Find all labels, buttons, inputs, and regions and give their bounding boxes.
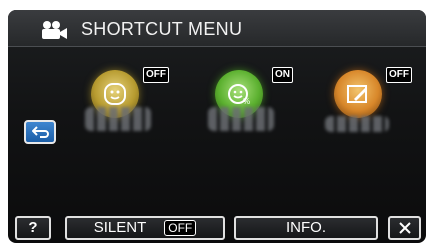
svg-text:%: % <box>243 97 250 106</box>
blurred-label <box>208 107 274 131</box>
blurred-label <box>325 116 389 132</box>
camera-shortcut-screen: SHORTCUT MENU OFF % ON OFF ? SILENT OFF … <box>0 0 434 249</box>
silent-status-badge: OFF <box>164 220 197 237</box>
info-button[interactable]: INFO. <box>234 216 378 240</box>
header-bar: SHORTCUT MENU <box>8 10 426 47</box>
pen-edit-circle <box>334 70 382 118</box>
silent-label: SILENT <box>93 219 147 236</box>
menu-frame: SHORTCUT MENU OFF % ON OFF ? SILENT OFF … <box>8 10 426 243</box>
status-badge: ON <box>272 67 293 83</box>
silent-button[interactable]: SILENT OFF <box>65 216 225 240</box>
page-title: SHORTCUT MENU <box>81 19 243 39</box>
status-badge: OFF <box>386 67 412 83</box>
blurred-label <box>85 107 151 131</box>
bottom-toolbar: ? SILENT OFF INFO. <box>8 210 426 243</box>
help-button[interactable]: ? <box>15 216 51 240</box>
status-badge: OFF <box>143 67 169 83</box>
back-button[interactable] <box>24 120 56 144</box>
video-camera-icon <box>38 20 68 40</box>
shortcut-item-pen-edit[interactable]: OFF <box>334 67 412 120</box>
close-icon <box>398 222 412 239</box>
close-button[interactable] <box>388 216 421 240</box>
